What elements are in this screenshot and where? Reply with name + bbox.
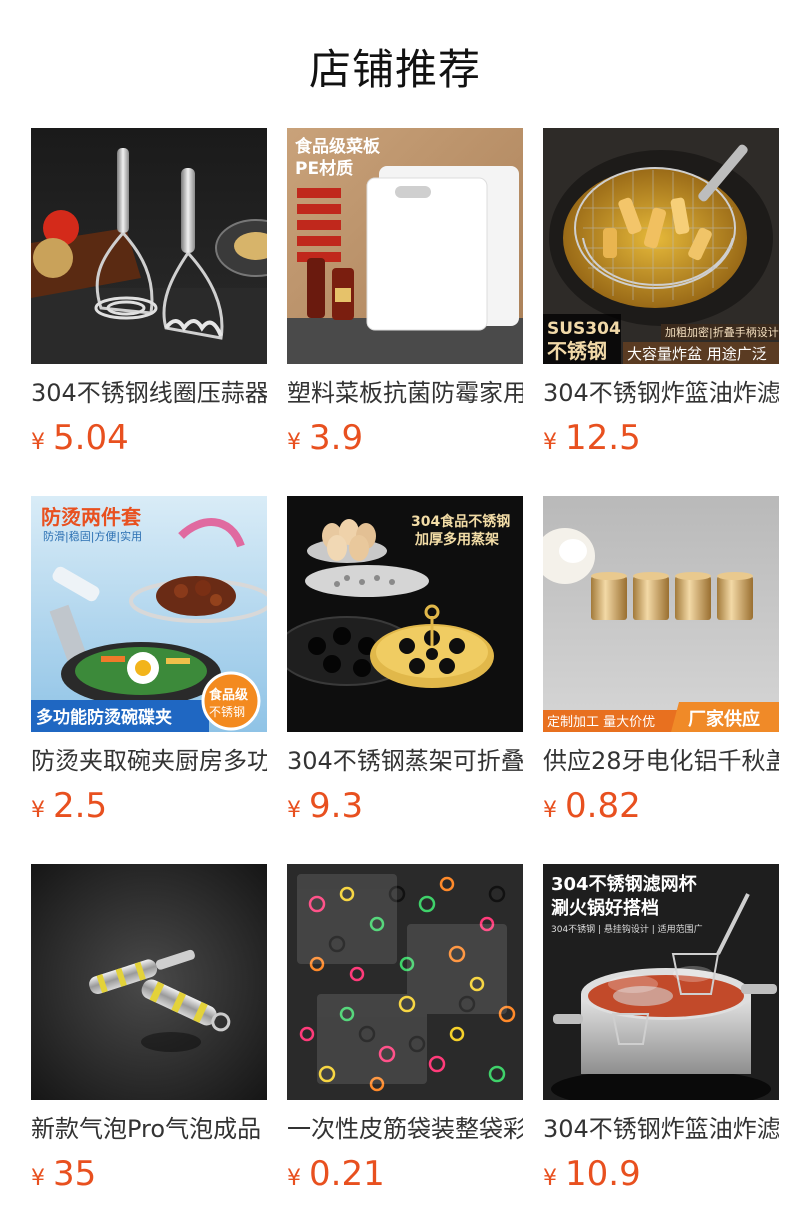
price-value: 3.9 xyxy=(309,418,364,458)
product-card[interactable]: 食品级菜板 PE材质 塑料菜板抗菌防霉家用 ¥3.9 xyxy=(287,128,523,496)
currency-symbol: ¥ xyxy=(543,430,557,455)
image-caption: 不锈钢 xyxy=(209,705,245,719)
image-caption: 加粗加密|折叠手柄设计 xyxy=(665,325,779,339)
product-price: ¥9.3 xyxy=(287,786,363,826)
image-caption: 防烫两件套 xyxy=(41,505,141,529)
currency-symbol: ¥ xyxy=(287,430,301,455)
product-image[interactable] xyxy=(31,864,267,1100)
image-caption: 多功能防烫碗碟夹 xyxy=(36,707,172,728)
image-caption: 定制加工 量大价优 xyxy=(547,715,655,730)
image-caption: 304不锈钢滤网杯 xyxy=(551,873,698,895)
currency-symbol: ¥ xyxy=(31,798,45,823)
product-price: ¥12.5 xyxy=(543,418,641,458)
product-title[interactable]: 304不锈钢炸篮油炸滤 xyxy=(543,1114,779,1144)
product-card[interactable]: 304不锈钢滤网杯 涮火锅好搭档 304不锈钢 | 悬挂钩设计 | 适用范围广 … xyxy=(543,864,779,1232)
product-card[interactable]: 304不锈钢线圈压蒜器 ¥5.04 xyxy=(31,128,267,496)
price-value: 0.82 xyxy=(565,786,641,826)
image-caption: 食品级菜板 xyxy=(295,136,381,157)
product-price: ¥10.9 xyxy=(543,1154,641,1194)
product-card[interactable]: 定制加工 量大价优 厂家供应 供应28牙电化铝千秋盖 ¥0.82 xyxy=(543,496,779,864)
price-value: 5.04 xyxy=(53,418,129,458)
page-title: 店铺推荐 xyxy=(308,45,481,94)
product-title[interactable]: 供应28牙电化铝千秋盖 xyxy=(543,746,779,776)
product-grid: 304不锈钢线圈压蒜器 ¥5.04 食品级菜板 PE材质 塑料菜板抗菌防霉家用 … xyxy=(31,128,779,1232)
image-caption: 不锈钢 xyxy=(547,339,607,363)
image-caption: 食品级 xyxy=(209,687,249,703)
product-card[interactable]: 304食品不锈钢 加厚多用蒸架 304不锈钢蒸架可折叠 ¥9.3 xyxy=(287,496,523,864)
product-title[interactable]: 新款气泡Pro气泡成品 xyxy=(31,1114,267,1144)
price-value: 9.3 xyxy=(309,786,364,826)
price-value: 12.5 xyxy=(565,418,641,458)
product-card[interactable]: 防烫两件套 防滑|稳固|方便|实用 多功能防烫碗碟夹 食品级 不锈钢 防烫夹取碗… xyxy=(31,496,267,864)
currency-symbol: ¥ xyxy=(31,1166,45,1191)
product-title[interactable]: 304不锈钢炸篮油炸滤 xyxy=(543,378,779,408)
image-caption: 304食品不锈钢 xyxy=(411,513,510,530)
product-card[interactable]: 新款气泡Pro气泡成品 ¥35 xyxy=(31,864,267,1232)
product-card[interactable]: SUS304 不锈钢 加粗加密|折叠手柄设计 大容量炸盆 用途广泛 304不锈钢… xyxy=(543,128,779,496)
product-title[interactable]: 防烫夹取碗夹厨房多功 xyxy=(31,746,267,776)
image-caption: 加厚多用蒸架 xyxy=(414,531,499,548)
image-caption: 大容量炸盆 用途广泛 xyxy=(627,345,767,363)
product-price: ¥3.9 xyxy=(287,418,363,458)
image-caption: 304不锈钢 | 悬挂钩设计 | 适用范围广 xyxy=(551,923,703,935)
product-title[interactable]: 一次性皮筋袋装整袋彩 xyxy=(287,1114,523,1144)
product-image[interactable]: 食品级菜板 PE材质 xyxy=(287,128,523,364)
product-title[interactable]: 304不锈钢蒸架可折叠 xyxy=(287,746,523,776)
currency-symbol: ¥ xyxy=(543,1166,557,1191)
product-title[interactable]: 304不锈钢线圈压蒜器 xyxy=(31,378,267,408)
image-caption: 涮火锅好搭档 xyxy=(551,897,659,919)
currency-symbol: ¥ xyxy=(543,798,557,823)
product-card[interactable]: 一次性皮筋袋装整袋彩 ¥0.21 xyxy=(287,864,523,1232)
currency-symbol: ¥ xyxy=(31,430,45,455)
image-caption: SUS304 xyxy=(547,319,621,339)
image-caption: 防滑|稳固|方便|实用 xyxy=(43,529,142,543)
price-value: 2.5 xyxy=(53,786,108,826)
product-image[interactable] xyxy=(31,128,267,364)
product-price: ¥5.04 xyxy=(31,418,129,458)
product-image[interactable]: 304食品不锈钢 加厚多用蒸架 xyxy=(287,496,523,732)
currency-symbol: ¥ xyxy=(287,798,301,823)
product-image[interactable]: 防烫两件套 防滑|稳固|方便|实用 多功能防烫碗碟夹 食品级 不锈钢 xyxy=(31,496,267,732)
image-caption: PE材质 xyxy=(295,158,353,179)
product-price: ¥0.21 xyxy=(287,1154,385,1194)
product-image[interactable]: 304不锈钢滤网杯 涮火锅好搭档 304不锈钢 | 悬挂钩设计 | 适用范围广 xyxy=(543,864,779,1100)
image-caption: 厂家供应 xyxy=(688,708,760,730)
price-value: 0.21 xyxy=(309,1154,385,1194)
product-price: ¥2.5 xyxy=(31,786,107,826)
price-value: 10.9 xyxy=(565,1154,641,1194)
price-value: 35 xyxy=(53,1154,97,1194)
currency-symbol: ¥ xyxy=(287,1166,301,1191)
product-price: ¥35 xyxy=(31,1154,96,1194)
product-image[interactable]: SUS304 不锈钢 加粗加密|折叠手柄设计 大容量炸盆 用途广泛 xyxy=(543,128,779,364)
product-price: ¥0.82 xyxy=(543,786,641,826)
product-image[interactable]: 定制加工 量大价优 厂家供应 xyxy=(543,496,779,732)
product-image[interactable] xyxy=(287,864,523,1100)
product-title[interactable]: 塑料菜板抗菌防霉家用 xyxy=(287,378,523,408)
